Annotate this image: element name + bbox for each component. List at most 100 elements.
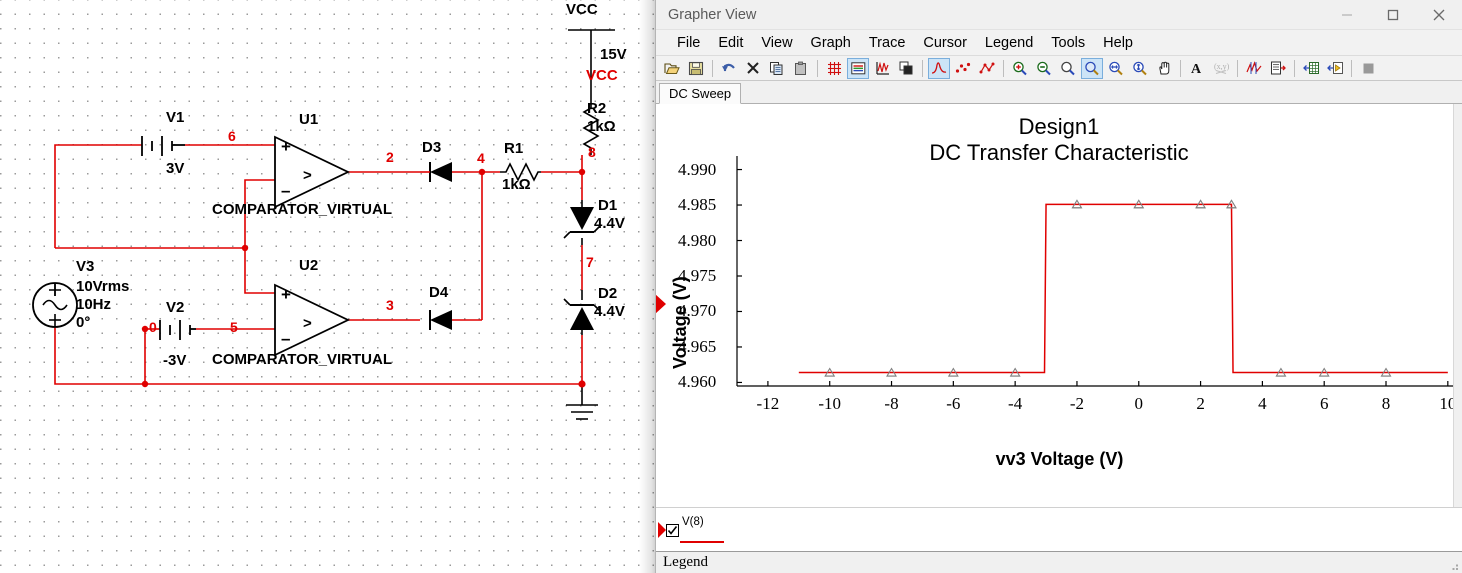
tab-dc-sweep[interactable]: DC Sweep	[659, 83, 742, 104]
window-controls	[1324, 0, 1462, 30]
paste-icon[interactable]	[790, 58, 812, 79]
pan-hand-icon[interactable]	[1153, 58, 1175, 79]
menu-tools[interactable]: Tools	[1042, 33, 1094, 53]
toolbar-separator	[1237, 59, 1238, 77]
v1-value-label: 3V	[166, 160, 185, 177]
y-tick-label: 4.990	[678, 159, 717, 179]
u2-ref-label: U2	[299, 257, 319, 274]
zoom-out-icon[interactable]	[1033, 58, 1055, 79]
legend-checkbox[interactable]	[666, 524, 679, 537]
zoom-in-icon[interactable]	[1009, 58, 1031, 79]
svg-text:>: >	[303, 167, 312, 184]
status-text: Legend	[663, 554, 708, 570]
resize-grip-icon[interactable]	[1447, 559, 1459, 571]
window-title: Grapher View	[668, 6, 757, 23]
y-tick-label: 4.960	[678, 372, 717, 392]
tab-strip: DC Sweep	[656, 81, 1462, 104]
toolbar-separator	[1003, 59, 1004, 77]
v2-battery-symbol	[159, 320, 196, 340]
stop-icon[interactable]	[1357, 58, 1379, 79]
scatter-points-icon[interactable]	[952, 58, 974, 79]
plot-scrollbar[interactable]	[1453, 104, 1462, 507]
axis-icon[interactable]	[871, 58, 893, 79]
menu-view[interactable]: View	[752, 33, 801, 53]
toolbar-separator	[817, 59, 818, 77]
legend-icon[interactable]	[847, 57, 869, 79]
cursor-arrow-icon[interactable]	[656, 294, 667, 314]
vcc-rail-label: VCC	[566, 1, 598, 18]
x-tick-label: -12	[756, 394, 780, 413]
formula-icon[interactable]: (x,y)	[1210, 58, 1232, 79]
x-axis-label: vv3 Voltage (V)	[995, 449, 1124, 469]
vcc-net-label: VCC	[586, 67, 618, 84]
export-labview-icon[interactable]	[1324, 58, 1346, 79]
grid-icon[interactable]	[823, 58, 845, 79]
u1-name-label: COMPARATOR_VIRTUAL	[212, 201, 392, 218]
undo-icon[interactable]	[718, 58, 740, 79]
cursor-icon[interactable]	[1243, 58, 1265, 79]
reverse-colors-icon[interactable]	[895, 58, 917, 79]
text-icon[interactable]: A	[1186, 58, 1208, 79]
svg-text:A: A	[1191, 62, 1202, 75]
y-tick-label: 4.965	[678, 336, 717, 356]
menu-graph[interactable]: Graph	[802, 33, 860, 53]
delete-icon[interactable]	[742, 58, 764, 79]
zoom-vertical-icon[interactable]	[1129, 58, 1151, 79]
d2-value-label: 4.4V	[594, 303, 625, 320]
plot-pane[interactable]: Design1 DC Transfer Characteristic Volta…	[656, 104, 1462, 507]
line-points-icon[interactable]	[976, 58, 998, 79]
u2-comparator-symbol: + – >	[274, 283, 351, 357]
grapher-window: Grapher View File Edit View Graph Trace …	[655, 0, 1462, 573]
curve-line-icon[interactable]	[928, 57, 950, 79]
v3-amplitude-label: 10Vrms	[76, 278, 130, 295]
svg-text:+: +	[281, 137, 291, 156]
x-tick-label: 4	[1258, 394, 1267, 413]
open-icon[interactable]	[661, 58, 683, 79]
d2-ref-label: D2	[598, 285, 618, 302]
y-tick-label: 4.975	[678, 266, 717, 285]
zoom-select-icon[interactable]	[1081, 57, 1103, 79]
save-icon[interactable]	[685, 58, 707, 79]
schematic-canvas[interactable]: + – > + – > VCC 15V VCC R2 1kΩ V1 3V U1 …	[0, 0, 655, 573]
tab-label: DC Sweep	[669, 86, 732, 101]
minimize-button[interactable]	[1324, 0, 1370, 30]
x-tick-label: -10	[818, 394, 842, 413]
tab-filler	[741, 102, 1462, 103]
properties-icon[interactable]	[1267, 58, 1289, 79]
d3-diode-symbol	[420, 162, 452, 182]
export-excel-icon[interactable]	[1300, 58, 1322, 79]
y-tick-label: 4.980	[678, 230, 717, 250]
legend-pane[interactable]: V(8)	[656, 507, 1462, 551]
menu-edit[interactable]: Edit	[709, 33, 752, 53]
v2-value-label: -3V	[163, 352, 187, 369]
tool-bar: A (x,y)	[656, 56, 1462, 81]
x-tick-label: -8	[884, 394, 899, 413]
v2-ref-label: V2	[166, 299, 185, 316]
menu-legend[interactable]: Legend	[976, 33, 1042, 53]
u2-name-label: COMPARATOR_VIRTUAL	[212, 351, 392, 368]
svg-text:+: +	[281, 285, 291, 304]
d3-ref-label: D3	[422, 139, 442, 156]
x-tick-label: -6	[946, 394, 961, 413]
zoom-horizontal-icon[interactable]	[1105, 58, 1127, 79]
copy-icon[interactable]	[766, 58, 788, 79]
menu-bar: File Edit View Graph Trace Cursor Legend…	[656, 30, 1462, 56]
x-tick-label: 2	[1196, 394, 1205, 413]
node-label-6: 6	[228, 128, 236, 144]
plot-graphics	[736, 156, 1454, 387]
menu-file[interactable]: File	[668, 33, 709, 53]
zoom-area-icon[interactable]	[1057, 58, 1079, 79]
close-button[interactable]	[1416, 0, 1462, 30]
d1-value-label: 4.4V	[594, 215, 625, 232]
x-tick-label: -4	[1008, 394, 1023, 413]
menu-help[interactable]: Help	[1094, 33, 1142, 53]
x-tick-label: 6	[1319, 394, 1329, 413]
maximize-button[interactable]	[1370, 0, 1416, 30]
v3-ref-label: V3	[76, 258, 95, 275]
node-label-2: 2	[386, 149, 394, 165]
legend-entry-v8[interactable]: V(8)	[666, 516, 724, 543]
menu-trace[interactable]: Trace	[860, 33, 915, 53]
node-label-3: 3	[386, 297, 394, 313]
menu-cursor[interactable]: Cursor	[914, 33, 976, 53]
d1-ref-label: D1	[598, 197, 618, 214]
